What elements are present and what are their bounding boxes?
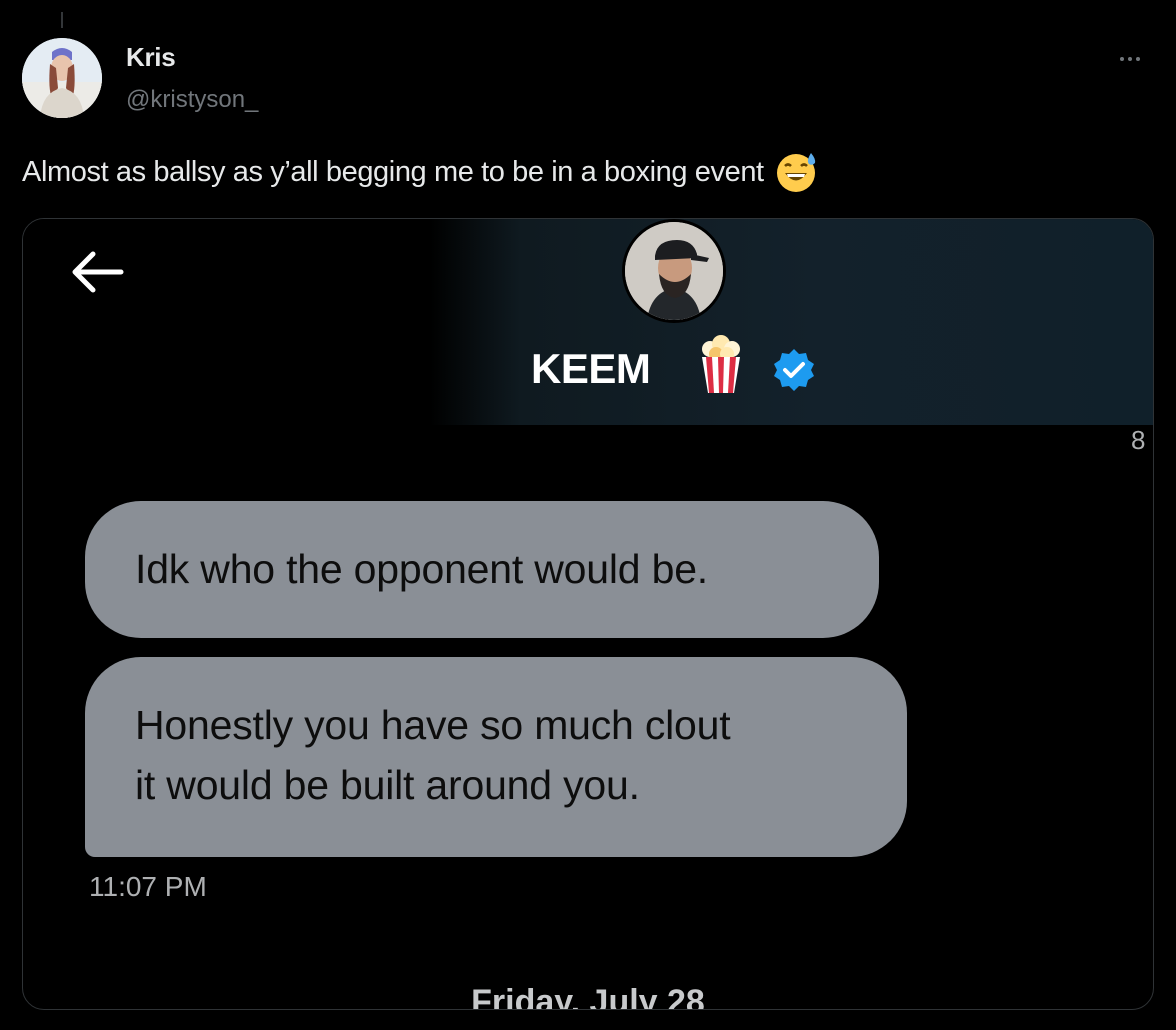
contact-name[interactable]: KEEM — [531, 345, 651, 393]
message-bubble[interactable]: Idk who the opponent would be. — [85, 501, 879, 638]
message-bubble[interactable]: Honestly you have so much clout it would… — [85, 657, 907, 857]
popcorn-icon — [702, 335, 740, 393]
tweet-text-row: Almost as ballsy as y’all begging me to … — [22, 150, 818, 194]
tweet-text: Almost as ballsy as y’all begging me to … — [22, 155, 764, 188]
author-photo — [22, 38, 102, 118]
date-separator: Friday, July 28 — [471, 983, 705, 1010]
grinning-face-with-sweat-icon — [776, 153, 815, 192]
contact-photo — [625, 222, 723, 320]
message-timestamp: 11:07 PM — [89, 871, 207, 902]
attached-screenshot[interactable]: KEEM 8 Idk who the opponent would be. Ho… — [22, 218, 1154, 1010]
message-line: Honestly you have so much clout — [135, 702, 731, 748]
author-handle[interactable]: @kristyson_ — [126, 86, 258, 114]
author-name[interactable]: Kris — [126, 42, 176, 73]
dm-header: KEEM — [23, 219, 1153, 425]
verified-badge-icon — [774, 349, 814, 391]
back-arrow-icon[interactable] — [67, 249, 127, 295]
message-line: it would be built around you. — [135, 762, 640, 808]
more-options-icon[interactable] — [1110, 44, 1150, 74]
contact-avatar[interactable] — [622, 219, 726, 323]
author-avatar[interactable] — [22, 38, 102, 118]
side-number: 8 — [1131, 425, 1146, 455]
message-line: Idk who the opponent would be. — [135, 546, 708, 592]
thread-connector-line — [61, 12, 63, 28]
